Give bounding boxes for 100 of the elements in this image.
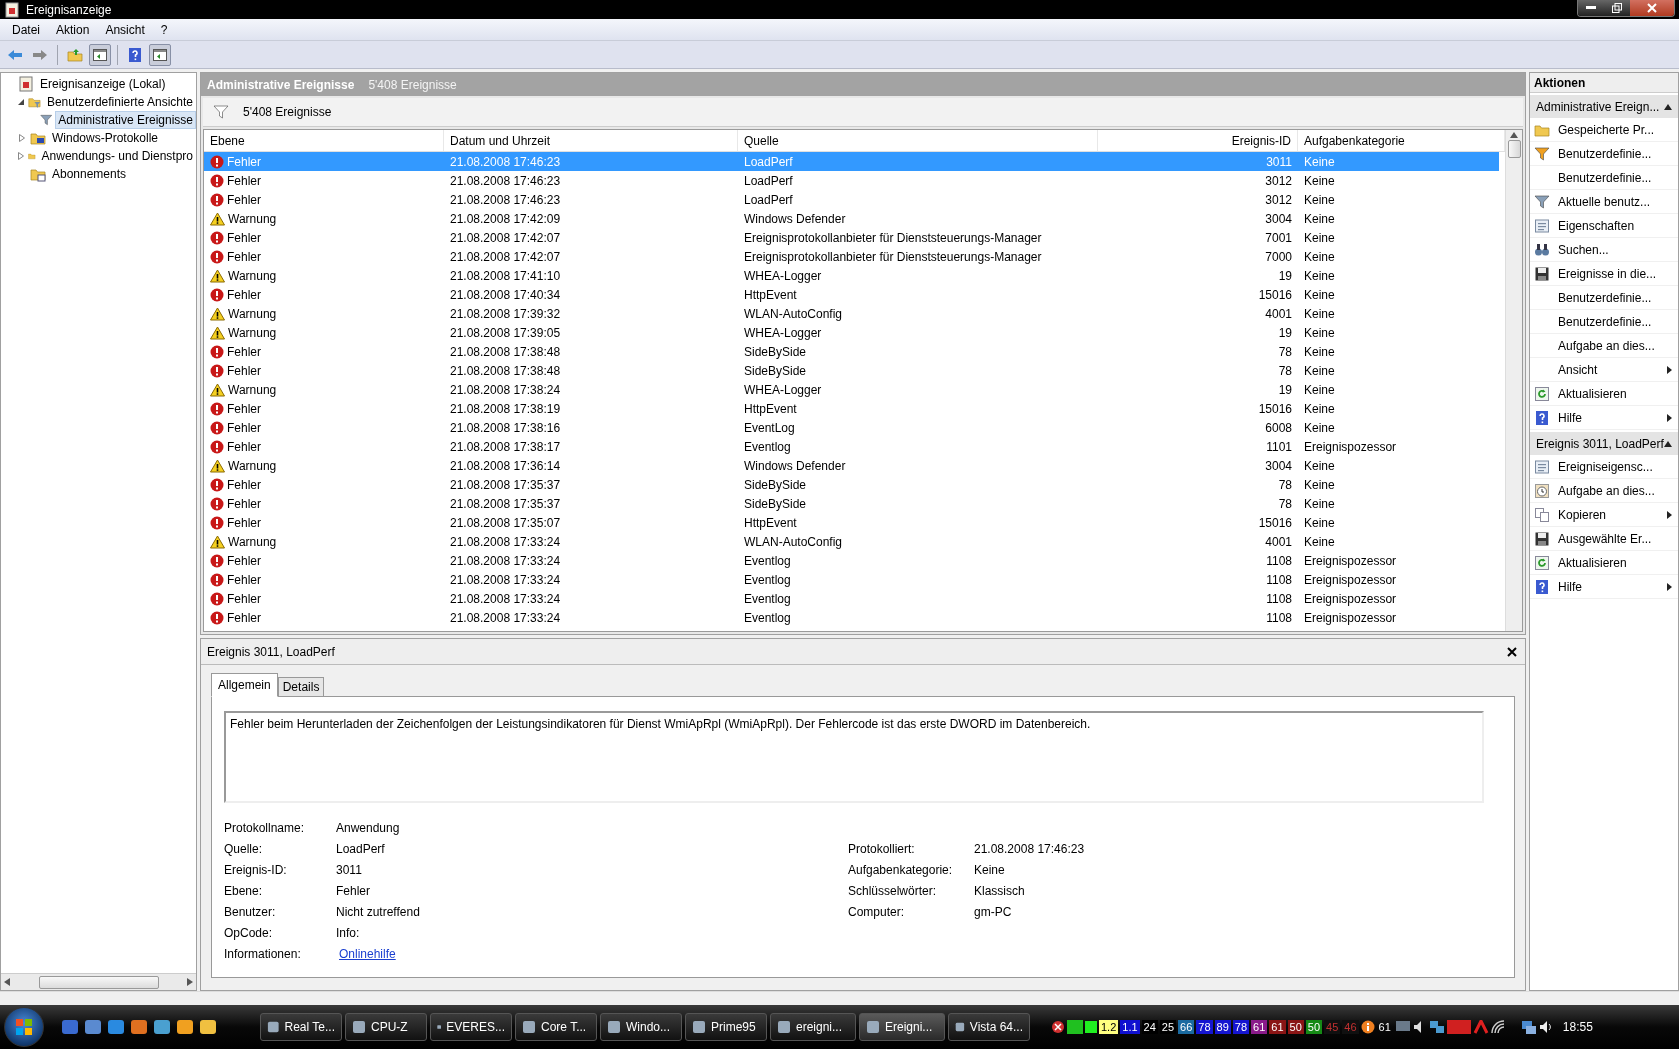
scrollbar-thumb[interactable] [1507, 140, 1521, 158]
action-item[interactable]: Kopieren [1530, 503, 1678, 527]
close-button[interactable] [1630, 0, 1674, 16]
tray-reading[interactable]: 50 [1305, 1020, 1323, 1034]
action-item[interactable]: Benutzerdefinie... [1530, 310, 1678, 334]
info-icon[interactable] [1360, 1020, 1375, 1034]
column-header[interactable]: Quelle [738, 130, 1098, 151]
taskbar-button[interactable]: Core T... [515, 1013, 597, 1041]
section-header[interactable]: Ereignis 3011, LoadPerf [1530, 432, 1678, 455]
toolbar-button[interactable] [89, 43, 111, 66]
clock[interactable]: 18:55 [1562, 1020, 1593, 1034]
taskbar-button[interactable]: Real Te... [260, 1013, 342, 1041]
network-status-icon[interactable] [1520, 1020, 1537, 1034]
action-item[interactable]: Hilfe [1530, 406, 1678, 430]
minimize-button[interactable] [1578, 0, 1604, 16]
event-row[interactable]: Warnung 21.08.2008 17:41:10 WHEA-Logger 19 Keine [204, 266, 1499, 285]
column-header[interactable]: Ereignis-ID [1098, 130, 1298, 151]
help-link[interactable]: Onlinehilfe [336, 946, 396, 961]
tree-item[interactable]: Anwendungs- und Dienstpro [38, 147, 196, 165]
column-header[interactable]: Ebene [204, 130, 444, 151]
event-row[interactable]: Fehler 21.08.2008 17:38:48 SideBySide 78 Keine [204, 342, 1499, 361]
shield-icon[interactable] [1051, 1020, 1065, 1034]
tray-reading[interactable]: 61 [1251, 1020, 1268, 1034]
event-row[interactable]: Warnung 21.08.2008 17:38:24 WHEA-Logger 19 Keine [204, 380, 1499, 399]
action-item[interactable]: Aufgabe an dies... [1530, 334, 1678, 358]
scrollbar-thumb[interactable] [38, 975, 159, 989]
graphics-icon[interactable] [1446, 1020, 1471, 1034]
launch-icon[interactable] [84, 1018, 102, 1036]
event-row[interactable]: Fehler 21.08.2008 17:46:23 LoadPerf 3012 Keine [204, 171, 1499, 190]
event-row[interactable]: Fehler 21.08.2008 17:35:37 SideBySide 78 Keine [204, 475, 1499, 494]
taskbar-button[interactable]: ereigni... [770, 1013, 856, 1041]
event-row[interactable]: Fehler 21.08.2008 17:33:24 Eventlog 1108 Ereignispozessor [204, 551, 1499, 570]
taskbar-button[interactable]: Vista 64... [948, 1013, 1030, 1041]
taskbar-button[interactable]: Prime95 [685, 1013, 767, 1041]
event-row[interactable]: Fehler 21.08.2008 17:38:48 SideBySide 78 Keine [204, 361, 1499, 380]
event-row[interactable]: Warnung 21.08.2008 17:42:09 Windows Defender 3004 Keine [204, 209, 1499, 228]
action-item[interactable]: Aktualisieren [1530, 551, 1678, 575]
action-item[interactable]: Ausgewählte Er... [1530, 527, 1678, 551]
toolbar-button[interactable] [149, 43, 171, 66]
start-button[interactable] [4, 1007, 44, 1047]
event-row[interactable]: Fehler 21.08.2008 17:38:19 HttpEvent 15016 Keine [204, 399, 1499, 418]
event-row[interactable]: Warnung 21.08.2008 17:36:14 Windows Defender 3004 Keine [204, 456, 1499, 475]
event-row[interactable]: Fehler 21.08.2008 17:42:07 Ereignisprotokollanbieter für Dienststeuerungs-Manager 7000 Keine [204, 247, 1499, 266]
event-row[interactable]: Fehler 21.08.2008 17:33:24 Eventlog 1108 Ereignispozessor [204, 608, 1499, 627]
action-item[interactable]: Aktualisieren [1530, 382, 1678, 406]
action-item[interactable]: Aufgabe an dies... [1530, 479, 1678, 503]
action-item[interactable]: Suchen... [1530, 238, 1678, 262]
launch-icon[interactable] [153, 1018, 171, 1036]
antivirus-icon[interactable] [1472, 1020, 1489, 1034]
column-header[interactable]: Datum und Uhrzeit [444, 130, 738, 151]
event-row[interactable]: Warnung 21.08.2008 17:33:24 WLAN-AutoConfig 4001 Keine [204, 532, 1499, 551]
action-item[interactable]: Ereigniseigensc... [1530, 455, 1678, 479]
action-item[interactable]: Benutzerdefinie... [1530, 286, 1678, 310]
action-item[interactable]: Eigenschaften [1530, 214, 1678, 238]
event-row[interactable]: Fehler 21.08.2008 17:35:37 SideBySide 78 Keine [204, 494, 1499, 513]
tray-reading[interactable]: 1.2 [1099, 1020, 1119, 1034]
monitor-icon[interactable] [1394, 1020, 1411, 1034]
vertical-scrollbar[interactable] [1505, 130, 1522, 631]
close-icon[interactable] [1507, 646, 1517, 657]
tab[interactable]: Allgemein [211, 673, 278, 697]
launch-icon[interactable] [107, 1018, 125, 1036]
launch-icon[interactable] [130, 1018, 148, 1036]
action-item[interactable]: Aktuelle benutz... [1530, 190, 1678, 214]
event-row[interactable]: Warnung 21.08.2008 17:39:05 WHEA-Logger 19 Keine [204, 323, 1499, 342]
tray-reading[interactable]: 50 [1287, 1020, 1304, 1034]
event-row[interactable]: Fehler 21.08.2008 17:38:16 EventLog 6008 Keine [204, 418, 1499, 437]
action-item[interactable]: Benutzerdefinie... [1530, 142, 1678, 166]
tree-item[interactable]: Benutzerdefinierte Ansichte [43, 93, 196, 111]
tab[interactable]: Details [277, 677, 325, 697]
event-row[interactable]: Fehler 21.08.2008 17:33:24 Eventlog 1108 Ereignispozessor [204, 589, 1499, 608]
restore-button[interactable] [1604, 0, 1630, 16]
tray-reading[interactable]: 61 [1376, 1020, 1393, 1034]
tray-reading[interactable]: 24 [1141, 1020, 1158, 1034]
action-item[interactable]: Benutzerdefinie... [1530, 166, 1678, 190]
menu-item[interactable]: Datei [4, 22, 48, 37]
taskbar-button[interactable]: EVERES... [430, 1013, 512, 1041]
launch-icon[interactable] [199, 1018, 217, 1036]
taskbar-button[interactable]: Windo... [600, 1013, 682, 1041]
event-row[interactable]: Fehler 21.08.2008 17:38:17 Eventlog 1101 Ereignispozessor [204, 437, 1499, 456]
action-item[interactable]: Ansicht [1530, 358, 1678, 382]
action-item[interactable]: Hilfe [1530, 575, 1678, 599]
event-row[interactable]: Fehler 21.08.2008 17:46:23 LoadPerf 3012 Keine [204, 190, 1499, 209]
tree-item[interactable]: Abonnements [49, 165, 130, 183]
event-row[interactable]: Fehler 21.08.2008 17:42:07 Ereignisprotokollanbieter für Dienststeuerungs-Manager 7001 Keine [204, 228, 1499, 247]
event-row[interactable]: Fehler 21.08.2008 17:35:07 HttpEvent 15016 Keine [204, 513, 1499, 532]
tray-reading[interactable]: 61 [1269, 1020, 1286, 1034]
tree-item[interactable]: Windows-Protokolle [49, 129, 162, 147]
tray-reading[interactable]: 78 [1196, 1020, 1213, 1034]
menu-item[interactable]: ? [152, 22, 176, 37]
tray-reading[interactable]: 78 [1232, 1020, 1250, 1034]
wireless-signal-icon[interactable] [1490, 1020, 1507, 1034]
event-row[interactable]: Warnung 21.08.2008 17:39:32 WLAN-AutoConfig 4001 Keine [204, 304, 1499, 323]
tray-reading[interactable]: 25 [1159, 1020, 1177, 1034]
menu-item[interactable]: Ansicht [97, 22, 153, 37]
tray-reading[interactable]: 1.1 [1120, 1020, 1140, 1034]
tray-reading[interactable]: 66 [1178, 1020, 1195, 1034]
event-row[interactable]: Fehler 21.08.2008 17:33:24 Eventlog 1108 Ereignispozessor [204, 570, 1499, 589]
tree-item[interactable]: Ereignisanzeige (Lokal) [37, 75, 169, 93]
horizontal-scrollbar[interactable] [1, 973, 196, 990]
menu-item[interactable]: Aktion [48, 22, 98, 37]
